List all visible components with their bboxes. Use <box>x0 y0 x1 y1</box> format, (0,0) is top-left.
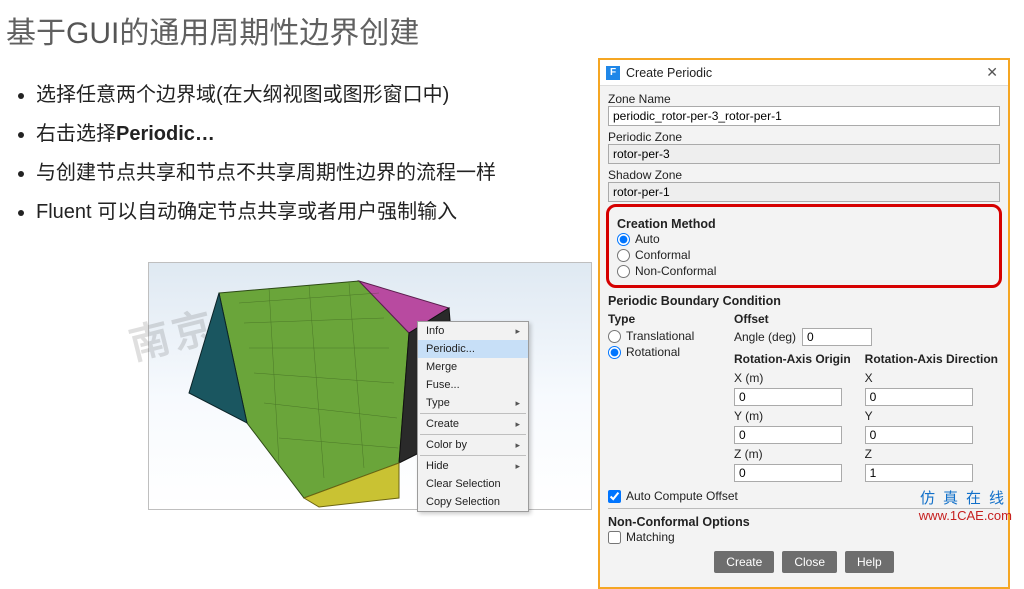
slide-title: 基于GUI的通用周期性边界创建 <box>0 0 1024 58</box>
graphics-viewport[interactable]: 南京安世 Info Periodic... Merge Fuse... Type… <box>148 262 592 510</box>
close-button[interactable]: Close <box>782 551 837 573</box>
ctx-colorby[interactable]: Color by <box>418 436 528 454</box>
app-icon: F <box>606 66 620 80</box>
periodic-zone-label: Periodic Zone <box>608 130 1000 144</box>
origin-y-input[interactable] <box>734 426 842 444</box>
title-part2: 的通用周期性边界创建 <box>119 17 419 50</box>
direction-y-input[interactable] <box>865 426 973 444</box>
radio-auto[interactable]: Auto <box>617 231 991 247</box>
ctx-clear-selection[interactable]: Clear Selection <box>418 475 528 493</box>
origin-x-input[interactable] <box>734 388 842 406</box>
bullet-4: Fluent 可以自动确定节点共享或者用户强制输入 <box>36 197 594 228</box>
create-button[interactable]: Create <box>714 551 774 573</box>
context-menu: Info Periodic... Merge Fuse... Type Crea… <box>417 321 529 512</box>
dialog-titlebar[interactable]: F Create Periodic ✕ <box>600 60 1008 86</box>
pbc-heading: Periodic Boundary Condition <box>608 294 1000 308</box>
bullet-list: 选择任意两个边界域(在大纲视图或图形窗口中) 右击选择Periodic… 与创建… <box>0 78 594 228</box>
help-button[interactable]: Help <box>845 551 894 573</box>
title-gui: GUI <box>66 17 119 50</box>
type-heading: Type <box>608 312 726 326</box>
radio-rotational[interactable]: Rotational <box>608 344 726 360</box>
bullet-3: 与创建节点共享和节点不共享周期性边界的流程一样 <box>36 158 594 189</box>
direction-z-input[interactable] <box>865 464 973 482</box>
origin-z-label: Z (m) <box>734 447 851 461</box>
direction-z-label: Z <box>865 447 998 461</box>
direction-x-input[interactable] <box>865 388 973 406</box>
creation-method-heading: Creation Method <box>617 217 991 231</box>
dialog-title: Create Periodic <box>626 66 982 80</box>
bullet-2: 右击选择Periodic… <box>36 119 594 150</box>
ctx-fuse[interactable]: Fuse... <box>418 376 528 394</box>
direction-x-label: X <box>865 371 998 385</box>
origin-z-input[interactable] <box>734 464 842 482</box>
close-icon[interactable]: ✕ <box>982 64 1002 81</box>
shadow-zone-label: Shadow Zone <box>608 168 1000 182</box>
ctx-info[interactable]: Info <box>418 322 528 340</box>
angle-label: Angle (deg) <box>734 330 796 344</box>
ctx-merge[interactable]: Merge <box>418 358 528 376</box>
footer-url: www.1CAE.com <box>919 508 1012 524</box>
creation-method-highlight: Creation Method Auto Conformal Non-Confo… <box>606 204 1002 288</box>
ctx-type[interactable]: Type <box>418 394 528 412</box>
nco-matching[interactable]: Matching <box>608 529 1000 545</box>
ctx-create[interactable]: Create <box>418 415 528 433</box>
bullet-2-keyword: Periodic… <box>116 123 215 145</box>
zone-name-input[interactable] <box>608 106 1000 126</box>
direction-heading: Rotation-Axis Direction <box>865 352 998 366</box>
ctx-sep-1 <box>420 413 526 414</box>
shadow-zone-input[interactable] <box>608 182 1000 202</box>
zone-name-label: Zone Name <box>608 92 1000 106</box>
radio-translational[interactable]: Translational <box>608 328 726 344</box>
origin-y-label: Y (m) <box>734 409 851 423</box>
radio-conformal[interactable]: Conformal <box>617 247 991 263</box>
ctx-copy-selection[interactable]: Copy Selection <box>418 493 528 511</box>
angle-input[interactable] <box>802 328 872 346</box>
offset-heading: Offset <box>734 312 1000 326</box>
title-part1: 基于 <box>6 17 66 50</box>
ctx-hide[interactable]: Hide <box>418 457 528 475</box>
ctx-sep-3 <box>420 455 526 456</box>
origin-heading: Rotation-Axis Origin <box>734 352 851 366</box>
footer-brand: 仿真在线 www.1CAE.com <box>919 490 1012 524</box>
direction-y-label: Y <box>865 409 998 423</box>
footer-cn: 仿真在线 <box>919 490 1012 508</box>
radio-nonconformal[interactable]: Non-Conformal <box>617 263 991 279</box>
periodic-zone-input[interactable] <box>608 144 1000 164</box>
ctx-sep-2 <box>420 434 526 435</box>
origin-x-label: X (m) <box>734 371 851 385</box>
ctx-periodic[interactable]: Periodic... <box>418 340 528 358</box>
bullet-1: 选择任意两个边界域(在大纲视图或图形窗口中) <box>36 80 594 111</box>
